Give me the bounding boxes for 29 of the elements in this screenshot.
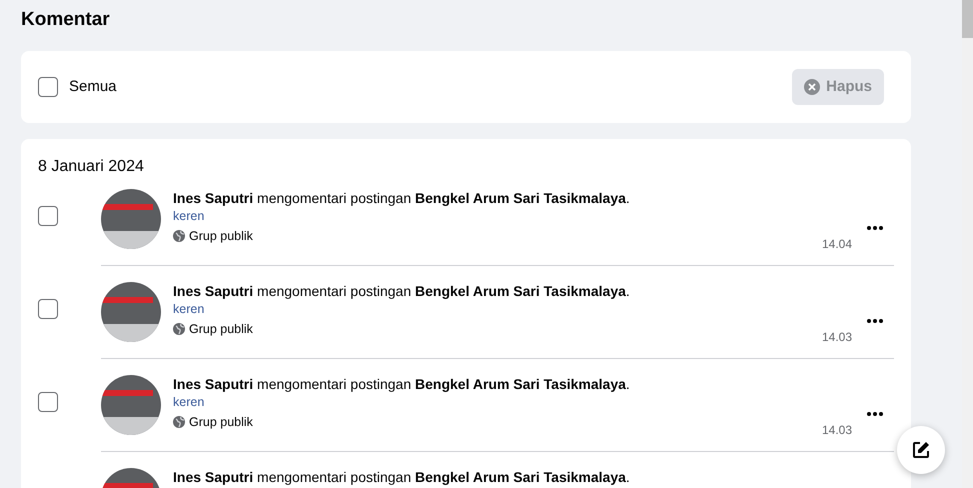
comment-text: keren	[173, 301, 204, 318]
activity-text: Ines Saputri mengomentari postingan Bengkel Arum Sari Tasikmalaya.	[173, 189, 631, 207]
globe-icon	[173, 416, 185, 428]
select-all-label: Semua	[69, 76, 117, 97]
comment-time: 14.04	[822, 236, 852, 253]
activity-text: Ines Saputri mengomentari postingan Bengkel Arum Sari Tasikmalaya.	[173, 468, 631, 486]
audience-label: Grup publik	[189, 321, 253, 338]
audience-label: Grup publik	[189, 414, 253, 431]
activity-text: Ines Saputri mengomentari postingan Bengkel Arum Sari Tasikmalaya.	[173, 375, 631, 393]
comment-time: 14.03	[822, 329, 852, 346]
edit-icon	[911, 440, 931, 460]
checkbox[interactable]	[38, 206, 58, 226]
checkbox[interactable]	[38, 299, 58, 319]
compose-button[interactable]	[897, 426, 945, 474]
more-icon[interactable]	[866, 225, 884, 231]
page-title: Komentar	[21, 8, 110, 32]
checkbox[interactable]	[38, 77, 58, 97]
more-icon[interactable]	[866, 411, 884, 417]
globe-icon	[173, 230, 185, 242]
activity-text: Ines Saputri mengomentari postingan Bengkel Arum Sari Tasikmalaya.	[173, 282, 631, 300]
audience-label: Grup publik	[189, 228, 253, 245]
comment-text: keren	[173, 394, 204, 411]
comment-text: keren	[173, 208, 204, 225]
comment-time: 14.03	[822, 422, 852, 439]
date-heading: 8 Januari 2024	[38, 157, 144, 177]
more-icon[interactable]	[866, 318, 884, 324]
checkbox[interactable]	[38, 392, 58, 412]
close-icon	[804, 79, 820, 95]
globe-icon	[173, 323, 185, 336]
